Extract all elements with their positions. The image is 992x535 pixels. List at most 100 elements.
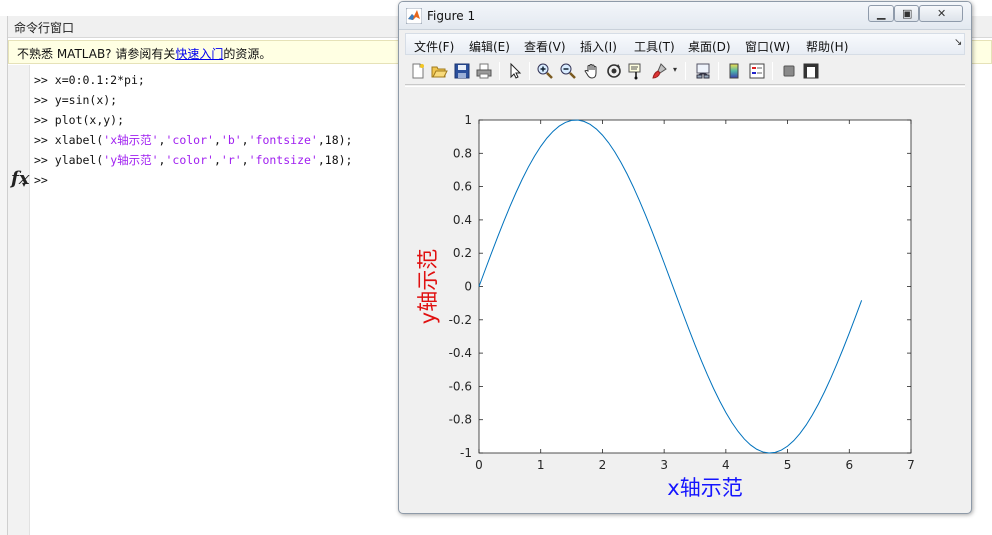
command-line[interactable]: >> x=0:0.1:2*pi; xyxy=(34,70,352,90)
y-tick-label: 0 xyxy=(464,280,472,294)
command-code: x=0:0.1:2*pi; xyxy=(54,73,145,87)
command-code: , xyxy=(213,153,221,167)
menu-insert[interactable]: 插入(I) xyxy=(580,38,617,55)
hide-plot-tools-icon[interactable] xyxy=(780,62,798,80)
command-prompt: >> xyxy=(34,73,48,87)
x-tick-label: 7 xyxy=(907,458,915,472)
x-tick-label: 0 xyxy=(475,458,483,472)
notice-text: 不熟悉 MATLAB? 请参阅有关快速入门的资源。 xyxy=(17,45,271,62)
notice-prefix: 不熟悉 MATLAB? 请参阅有关 xyxy=(17,47,176,61)
zoom-out-icon[interactable] xyxy=(559,62,577,80)
y-tick-label: -0.2 xyxy=(449,313,472,327)
y-tick-label: 0.8 xyxy=(453,146,472,160)
y-tick-label: -1 xyxy=(460,446,472,460)
matlab-logo-icon xyxy=(406,8,422,24)
command-code: plot(x,y); xyxy=(54,113,125,127)
menu-file[interactable]: 文件(F) xyxy=(414,38,454,55)
menu-window[interactable]: 窗口(W) xyxy=(745,38,790,55)
legend-icon[interactable] xyxy=(748,62,766,80)
function-browser-icon[interactable]: fx xyxy=(11,168,29,189)
y-tick-label: -0.6 xyxy=(449,379,472,393)
brush-icon[interactable] xyxy=(651,62,669,80)
pan-hand-icon[interactable] xyxy=(583,62,601,80)
y-tick-label: -0.4 xyxy=(449,346,472,360)
command-code: ,'fontsize',18); xyxy=(241,153,353,167)
rotate-3d-icon[interactable] xyxy=(605,62,623,80)
command-line[interactable]: >> plot(x,y); xyxy=(34,110,352,130)
y-tick-label: 0.4 xyxy=(453,213,472,227)
command-window-gutter xyxy=(8,65,30,535)
y-tick-label: 0.6 xyxy=(453,180,472,194)
command-string: 'x轴示范' xyxy=(103,133,159,147)
command-string: 'fontsize' xyxy=(248,153,318,167)
new-figure-icon[interactable] xyxy=(409,62,427,80)
maximize-icon: ▣ xyxy=(902,7,913,20)
minimize-icon: ▁ xyxy=(877,7,886,20)
open-file-icon[interactable] xyxy=(430,62,448,80)
figure-window: Figure 1 ▁ ▣ ✕ 文件(F) 编辑(E) 查看(V) 插入(I) 工… xyxy=(398,1,972,514)
command-history[interactable]: >> x=0:0.1:2*pi; >> y=sin(x); >> plot(x,y)… xyxy=(34,70,352,190)
menubar-dock-arrow-icon[interactable]: ↘ xyxy=(954,37,962,48)
x-tick-label: 1 xyxy=(537,458,545,472)
x-tick-label: 5 xyxy=(784,458,792,472)
command-window-left-border xyxy=(0,16,8,535)
x-tick-label: 2 xyxy=(599,458,607,472)
link-plot-icon[interactable] xyxy=(694,62,712,80)
toolbar-separator xyxy=(718,62,719,80)
figure-title: Figure 1 xyxy=(427,9,476,23)
command-string: 'r' xyxy=(220,153,242,167)
command-line[interactable]: >> ylabel('y轴示范','color','r','fontsize',… xyxy=(34,150,352,170)
save-icon[interactable] xyxy=(453,62,471,80)
print-icon[interactable] xyxy=(475,62,493,80)
command-code: xlabel( xyxy=(54,133,104,147)
minimize-button[interactable]: ▁ xyxy=(868,5,894,22)
command-code: ylabel( xyxy=(54,153,104,167)
x-tick-label: 4 xyxy=(722,458,730,472)
x-axis-label: x轴示范 xyxy=(667,476,742,500)
menu-help[interactable]: 帮助(H) xyxy=(806,38,848,55)
menu-view[interactable]: 查看(V) xyxy=(524,38,566,55)
command-prompt: >> xyxy=(34,133,48,147)
command-prompt: >> xyxy=(34,113,48,127)
command-string: 'y轴示范' xyxy=(103,153,159,167)
command-line[interactable]: >> y=sin(x); xyxy=(34,90,352,110)
command-line[interactable]: >> xlabel('x轴示范','color','b','fontsize',… xyxy=(34,130,352,150)
axes-box[interactable] xyxy=(478,119,912,454)
sine-plot[interactable]: 0 1 2 3 4 5 6 7 1 0.8 0.6 0.4 0.2 0 -0.2 -0.4 -0.6 -0.8 -1… xyxy=(405,87,965,507)
y-tick-label: 1 xyxy=(464,113,472,127)
command-line[interactable]: >> xyxy=(34,170,352,190)
toolbar-separator xyxy=(772,62,773,80)
menu-desktop[interactable]: 桌面(D) xyxy=(688,38,731,55)
menu-tools[interactable]: 工具(T) xyxy=(634,38,675,55)
close-icon: ✕ xyxy=(937,7,947,20)
command-code: , xyxy=(213,133,221,147)
figure-titlebar[interactable]: Figure 1 ▁ ▣ ✕ xyxy=(399,2,971,30)
command-string: 'fontsize' xyxy=(248,133,318,147)
command-window-title: 命令行窗口 xyxy=(14,21,75,35)
matlab-desktop: 命令行窗口 不熟悉 MATLAB? 请参阅有关快速入门的资源。 fx ▾ >> … xyxy=(0,0,992,535)
colorbar-icon[interactable] xyxy=(725,62,743,80)
toolbar-separator xyxy=(685,62,686,80)
zoom-in-icon[interactable] xyxy=(536,62,554,80)
x-tick-label: 3 xyxy=(660,458,668,472)
maximize-button[interactable]: ▣ xyxy=(894,5,919,22)
brush-dropdown-icon[interactable]: ▾ xyxy=(673,65,691,83)
command-code: ,'fontsize',18); xyxy=(241,133,353,147)
y-tick-label: -0.8 xyxy=(449,413,472,427)
command-code: y=sin(x); xyxy=(54,93,118,107)
figure-canvas: 0 1 2 3 4 5 6 7 1 0.8 0.6 0.4 0.2 0 -0.2 -0.4 -0.6 -0.8 -1… xyxy=(405,86,965,506)
function-browser-arrow-icon[interactable]: ▾ xyxy=(22,180,26,189)
y-axis-label: y轴示范 xyxy=(416,249,440,324)
close-button[interactable]: ✕ xyxy=(919,5,963,22)
quick-start-link[interactable]: 快速入门 xyxy=(175,47,223,61)
notice-suffix: 的资源。 xyxy=(223,47,272,61)
data-cursor-icon[interactable] xyxy=(627,62,645,80)
x-tick-label: 6 xyxy=(845,458,853,472)
edit-plot-arrow-icon[interactable] xyxy=(506,62,524,80)
command-prompt: >> xyxy=(34,173,48,187)
menu-edit[interactable]: 编辑(E) xyxy=(469,38,510,55)
show-plot-tools-icon[interactable] xyxy=(802,62,820,80)
command-prompt: >> xyxy=(34,153,48,167)
y-tick-label: 0.2 xyxy=(453,246,472,260)
command-prompt: >> xyxy=(34,93,48,107)
